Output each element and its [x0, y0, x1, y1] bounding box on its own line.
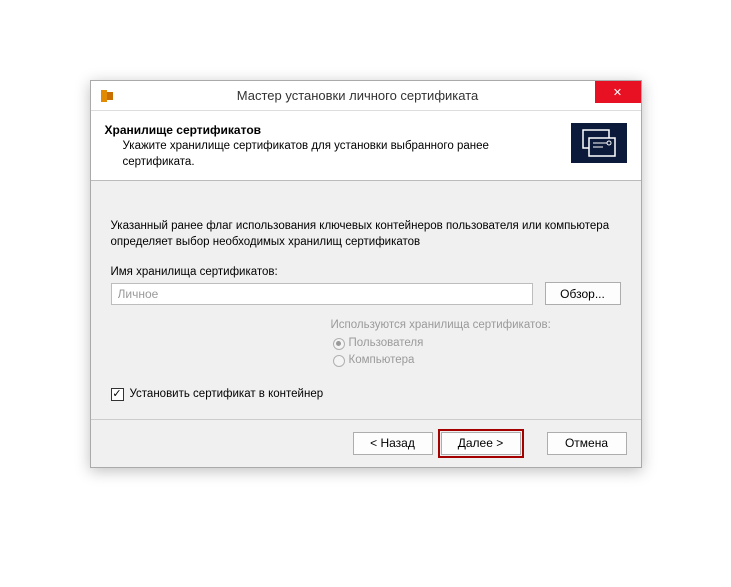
radio-computer: Компьютера — [333, 352, 621, 369]
radio-user-dot — [333, 338, 345, 350]
header-panel: Хранилище сертификатов Укажите хранилище… — [91, 111, 641, 181]
radio-user: Пользователя — [333, 335, 621, 352]
back-button[interactable]: < Назад — [353, 432, 433, 455]
close-icon: ✕ — [613, 86, 622, 99]
install-to-container-row[interactable]: Установить сертификат в контейнер — [111, 388, 621, 401]
radio-user-label: Пользователя — [349, 335, 424, 352]
browse-button[interactable]: Обзор... — [545, 282, 621, 305]
titlebar: Мастер установки личного сертификата ✕ — [91, 81, 641, 111]
install-to-container-label: Установить сертификат в контейнер — [130, 388, 324, 400]
wizard-dialog: Мастер установки личного сертификата ✕ Х… — [90, 80, 642, 468]
next-button[interactable]: Далее > — [441, 432, 521, 455]
radio-computer-label: Компьютера — [349, 352, 415, 369]
titlebar-title: Мастер установки личного сертификата — [121, 88, 595, 103]
close-button[interactable]: ✕ — [595, 81, 641, 103]
content-area: Хранилище сертификатов Укажите хранилище… — [91, 111, 641, 467]
body-panel: Указанный ранее флаг использования ключе… — [91, 181, 641, 419]
store-name-row: Обзор... — [111, 282, 621, 305]
footer: < Назад Далее > Отмена — [91, 419, 641, 467]
app-icon — [99, 88, 115, 104]
store-name-input — [111, 283, 533, 305]
storage-scope-group: Используются хранилища сертификатов: Пол… — [331, 319, 621, 370]
footer-gap — [529, 432, 539, 455]
info-text: Указанный ранее флаг использования ключе… — [111, 219, 621, 250]
page-title: Хранилище сертификатов — [105, 123, 561, 137]
page-subtitle: Укажите хранилище сертификатов для устан… — [105, 139, 495, 170]
store-name-label: Имя хранилища сертификатов: — [111, 266, 621, 278]
storage-scope-title: Используются хранилища сертификатов: — [331, 319, 621, 331]
certificate-icon — [571, 123, 627, 163]
header-text: Хранилище сертификатов Укажите хранилище… — [105, 123, 561, 170]
radio-computer-dot — [333, 355, 345, 367]
install-to-container-checkbox[interactable] — [111, 388, 124, 401]
cancel-button[interactable]: Отмена — [547, 432, 627, 455]
